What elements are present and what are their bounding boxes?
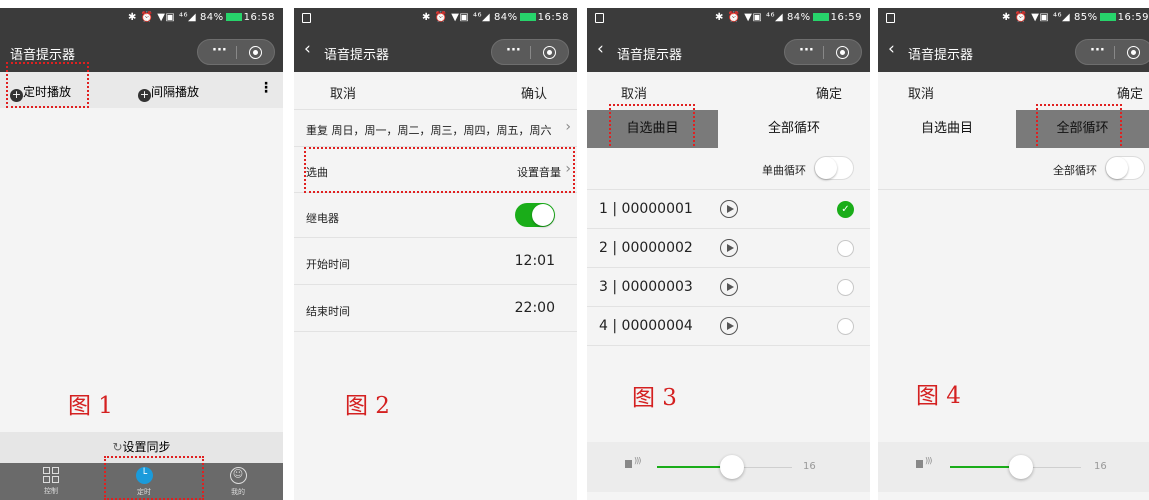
confirm-button[interactable]: 确定	[816, 83, 842, 102]
single-loop-row: 单曲循环	[587, 148, 870, 190]
annotation-box	[609, 104, 695, 150]
battery-icon	[225, 13, 242, 21]
back-arrow-icon[interactable]: ‹	[304, 39, 311, 59]
title-bar: ‹ 语音提示器 ···	[294, 30, 577, 72]
cancel-button[interactable]: 取消	[330, 83, 356, 102]
speaker-icon	[916, 456, 931, 468]
track-row[interactable]: 4 | 00000004	[587, 307, 870, 346]
close-target-icon[interactable]	[543, 46, 556, 59]
title-bar: ‹ 语音提示器 ···	[587, 30, 870, 72]
track-row[interactable]: 3 | 00000003	[587, 268, 870, 307]
annotation-box	[104, 456, 204, 500]
kebab-menu-icon[interactable]: ⋮	[259, 80, 273, 96]
phone-screen-2: ✱ ⏰ ▼▣ ⁴⁶◢ 84% 16:58 ‹ 语音提示器 ··· 取消 确认 重复…	[294, 8, 577, 500]
all-loop-toggle[interactable]	[1105, 156, 1145, 180]
more-icon[interactable]: ···	[799, 43, 814, 58]
start-time-row[interactable]: 开始时间 12:01	[294, 238, 577, 285]
annotation-box	[1036, 104, 1122, 150]
nav-item-control[interactable]: 控制	[38, 467, 64, 496]
track-row[interactable]: 1 | 00000001 ✓	[587, 190, 870, 229]
page-title: 语音提示器	[10, 48, 76, 63]
menu-capsule[interactable]: ···	[197, 39, 275, 65]
confirm-button[interactable]: 确认	[521, 83, 547, 102]
more-icon[interactable]: ···	[212, 43, 227, 58]
track-row[interactable]: 2 | 00000002	[587, 229, 870, 268]
track-select-radio[interactable]	[837, 240, 854, 257]
battery-icon	[1099, 13, 1116, 21]
close-target-icon[interactable]	[836, 46, 849, 59]
track-select-radio[interactable]	[837, 318, 854, 335]
volume-value: 16	[1094, 461, 1107, 472]
relay-toggle[interactable]	[515, 203, 555, 227]
page-title: 语音提示器	[908, 48, 974, 63]
single-loop-toggle[interactable]	[814, 156, 854, 180]
chevron-right-icon: ›	[565, 119, 571, 135]
figure-label: 图 1	[68, 393, 113, 419]
play-icon[interactable]	[720, 239, 738, 257]
play-icon[interactable]	[720, 200, 738, 218]
play-icon[interactable]	[720, 278, 738, 296]
bluetooth-icon: ✱ ⏰ ▼▣ ⁴⁶◢	[128, 12, 200, 23]
figure-label: 图 3	[632, 385, 677, 411]
notification-icon	[886, 13, 895, 23]
nav-item-mine[interactable]: ☺ 我的	[225, 467, 251, 497]
cancel-button[interactable]: 取消	[621, 83, 647, 102]
bluetooth-icon: ✱ ⏰ ▼▣ ⁴⁶◢	[715, 12, 787, 23]
title-bar: ‹ 语音提示器 ···	[878, 30, 1149, 72]
phone-screen-3: ✱ ⏰ ▼▣ ⁴⁶◢ 84% 16:59 ‹ 语音提示器 ··· 取消 确定 自选…	[587, 8, 870, 500]
track-select-radio[interactable]	[837, 279, 854, 296]
notification-icon	[595, 13, 604, 23]
back-arrow-icon[interactable]: ‹	[888, 39, 895, 59]
repeat-row[interactable]: 重复 周日，周一，周二，周三，周四，周五，周六 ›	[294, 110, 577, 147]
figure-label: 图 4	[916, 383, 961, 409]
volume-slider-thumb[interactable]	[1009, 455, 1033, 479]
menu-capsule[interactable]: ···	[784, 39, 862, 65]
volume-bar: 16	[587, 442, 870, 492]
volume-value: 16	[803, 461, 816, 472]
confirm-button[interactable]: 确定	[1117, 83, 1143, 102]
play-icon[interactable]	[720, 317, 738, 335]
phone-screen-4: ✱ ⏰ ▼▣ ⁴⁶◢ 85% 16:59 ‹ 语音提示器 ··· 取消 确定 自选…	[878, 8, 1149, 500]
close-target-icon[interactable]	[1127, 46, 1140, 59]
menu-capsule[interactable]: ···	[491, 39, 569, 65]
sync-icon: ↻	[112, 440, 123, 454]
menu-capsule[interactable]: ···	[1075, 39, 1149, 65]
speaker-icon	[625, 456, 640, 468]
page-title: 语音提示器	[324, 48, 390, 63]
tab-loop-all[interactable]: 全部循环	[718, 110, 870, 148]
page-title: 语音提示器	[617, 48, 683, 63]
all-loop-row: 全部循环	[878, 148, 1149, 190]
phone-screen-1: ✱ ⏰ ▼▣ ⁴⁶◢ 84% 16:58 语音提示器 ··· + 定时播放 + 间隔播…	[0, 8, 283, 500]
back-arrow-icon[interactable]: ‹	[597, 39, 604, 59]
track-selected-check[interactable]: ✓	[837, 201, 854, 218]
volume-bar: 16	[878, 442, 1149, 492]
annotation-box	[6, 62, 89, 108]
tab-interval-play[interactable]: + 间隔播放	[138, 83, 199, 102]
status-bar: ✱ ⏰ ▼▣ ⁴⁶◢ 84% 16:58	[0, 8, 283, 30]
status-bar: ✱ ⏰ ▼▣ ⁴⁶◢ 84% 16:59	[587, 8, 870, 30]
close-target-icon[interactable]	[249, 46, 262, 59]
battery-icon	[519, 13, 536, 21]
end-time-row[interactable]: 结束时间 22:00	[294, 285, 577, 332]
more-icon[interactable]: ···	[506, 43, 521, 58]
battery-icon	[812, 13, 829, 21]
cancel-button[interactable]: 取消	[908, 83, 934, 102]
notification-icon	[302, 13, 311, 23]
annotation-box	[304, 147, 575, 193]
figure-label: 图 2	[345, 393, 390, 419]
status-bar: ✱ ⏰ ▼▣ ⁴⁶◢ 85% 16:59	[878, 8, 1149, 30]
more-icon[interactable]: ···	[1090, 43, 1105, 58]
user-icon: ☺	[229, 467, 247, 484]
relay-row: 继电器	[294, 193, 577, 238]
action-bar: 取消 确认	[294, 72, 577, 110]
bluetooth-icon: ✱ ⏰ ▼▣ ⁴⁶◢	[1002, 12, 1074, 23]
add-circle-icon: +	[138, 88, 151, 102]
tab-custom-tracks[interactable]: 自选曲目	[878, 110, 1016, 148]
status-bar: ✱ ⏰ ▼▣ ⁴⁶◢ 84% 16:58	[294, 8, 577, 30]
volume-slider-thumb[interactable]	[720, 455, 744, 479]
grid-icon	[43, 467, 59, 483]
bluetooth-icon: ✱ ⏰ ▼▣ ⁴⁶◢	[422, 12, 494, 23]
